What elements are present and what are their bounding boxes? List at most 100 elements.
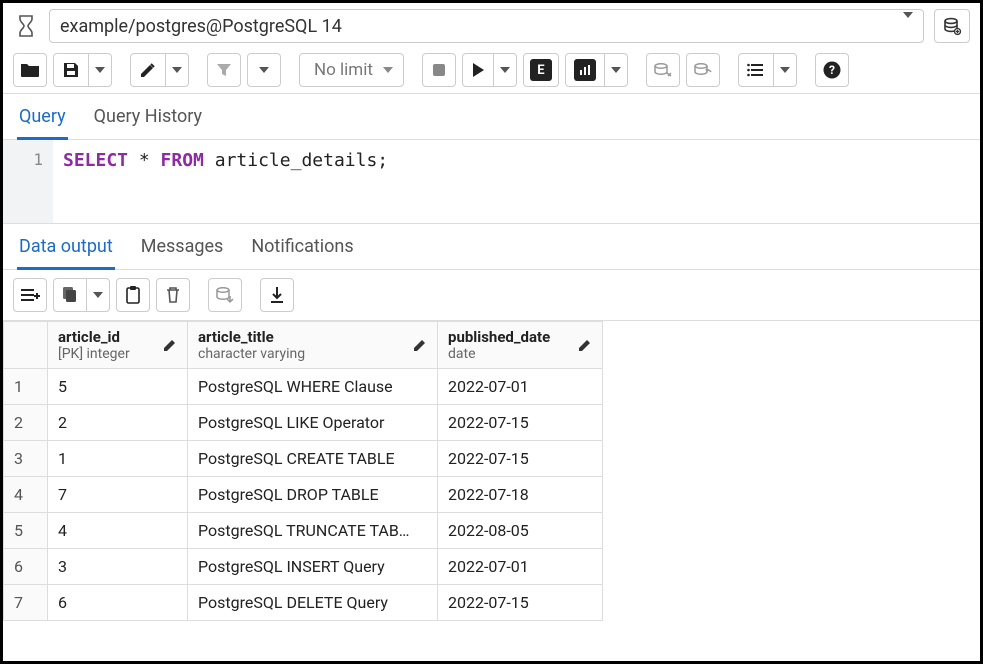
sql-editor[interactable]: 1 SELECT * FROM article_details; [3,140,980,224]
cell-article-id[interactable]: 6 [48,585,188,621]
cell-article-id[interactable]: 4 [48,513,188,549]
table-row[interactable]: 2 2 PostgreSQL LIKE Operator 2022-07-15 [4,405,603,441]
cell-published-date[interactable]: 2022-07-15 [438,405,603,441]
save-icon [54,54,88,86]
row-number: 7 [4,585,48,621]
cell-article-title[interactable]: PostgreSQL INSERT Query [188,549,438,585]
tab-messages[interactable]: Messages [139,230,226,269]
edit-menu-chevron[interactable] [165,54,188,86]
cell-article-title[interactable]: PostgreSQL CREATE TABLE [188,441,438,477]
table-row[interactable]: 7 6 PostgreSQL DELETE Query 2022-07-15 [4,585,603,621]
col-published-date-name: published_date [448,328,550,346]
macro-button[interactable] [738,53,797,87]
save-file-button[interactable] [53,53,112,87]
results-table: article_id [PK] integer article_title ch… [3,321,603,621]
table-row[interactable]: 6 3 PostgreSQL INSERT Query 2022-07-01 [4,549,603,585]
save-data-button[interactable] [208,278,242,312]
stop-button[interactable] [422,53,456,87]
cell-published-date[interactable]: 2022-08-05 [438,513,603,549]
cell-article-title[interactable]: PostgreSQL WHERE Clause [188,369,438,405]
cell-published-date[interactable]: 2022-07-01 [438,549,603,585]
editor-code[interactable]: SELECT * FROM article_details; [53,140,980,223]
table-row[interactable]: 1 5 PostgreSQL WHERE Clause 2022-07-01 [4,369,603,405]
cell-published-date[interactable]: 2022-07-18 [438,477,603,513]
row-limit-select[interactable]: No limit [299,53,404,87]
tab-notifications[interactable]: Notifications [249,230,355,269]
row-limit-label: No limit [314,60,373,80]
connection-label: example/postgres@PostgreSQL 14 [60,16,342,37]
table-row[interactable]: 3 1 PostgreSQL CREATE TABLE 2022-07-15 [4,441,603,477]
results-grid[interactable]: article_id [PK] integer article_title ch… [3,321,980,621]
download-button[interactable] [260,278,294,312]
col-article-id-type: [PK] integer [58,346,130,362]
cell-article-title[interactable]: PostgreSQL TRUNCATE TAB… [188,513,438,549]
row-number-header[interactable] [4,322,48,369]
explain-analyze-chevron[interactable] [604,54,627,86]
col-article-title-header[interactable]: article_title character varying [188,322,438,369]
result-toolbar [3,270,980,321]
chevron-down-icon [903,18,913,34]
tab-query[interactable]: Query [17,100,68,140]
code-star: * [128,150,161,171]
edit-column-icon[interactable] [578,338,592,352]
row-number: 5 [4,513,48,549]
col-published-date-header[interactable]: published_date date [438,322,603,369]
keyword-select: SELECT [63,150,128,171]
delete-row-button[interactable] [156,278,190,312]
col-article-id-name: article_id [58,328,130,346]
cell-article-title[interactable]: PostgreSQL LIKE Operator [188,405,438,441]
copy-chevron[interactable] [86,279,109,311]
cell-article-title[interactable]: PostgreSQL DELETE Query [188,585,438,621]
execute-button[interactable] [462,53,517,87]
cell-published-date[interactable]: 2022-07-01 [438,369,603,405]
result-tabs: Data output Messages Notifications [3,224,980,270]
tab-query-history[interactable]: Query History [92,100,204,139]
save-menu-chevron[interactable] [88,54,111,86]
cell-article-id[interactable]: 3 [48,549,188,585]
row-number: 6 [4,549,48,585]
open-file-button[interactable] [13,53,47,87]
explain-analyze-button[interactable] [565,53,628,87]
copy-button[interactable] [53,278,110,312]
paste-button[interactable] [116,278,150,312]
cell-published-date[interactable]: 2022-07-15 [438,441,603,477]
filter-button[interactable] [207,53,241,87]
explain-button[interactable]: E [523,53,559,87]
row-number: 3 [4,441,48,477]
cell-article-id[interactable]: 2 [48,405,188,441]
col-article-title-name: article_title [198,328,305,346]
tab-data-output[interactable]: Data output [17,230,115,270]
rollback-button[interactable] [686,53,720,87]
help-button[interactable]: ? [815,53,849,87]
main-toolbar: No limit E ? [3,47,980,94]
editor-tabs: Query Query History [3,94,980,140]
explain-icon: E [530,59,552,81]
execute-menu-chevron[interactable] [493,54,516,86]
cell-article-id[interactable]: 1 [48,441,188,477]
edit-button[interactable] [130,53,189,87]
col-article-id-header[interactable]: article_id [PK] integer [48,322,188,369]
results-body: 1 5 PostgreSQL WHERE Clause 2022-07-01 2… [4,369,603,621]
connection-row: example/postgres@PostgreSQL 14 [3,3,980,47]
table-row[interactable]: 4 7 PostgreSQL DROP TABLE 2022-07-18 [4,477,603,513]
table-row[interactable]: 5 4 PostgreSQL TRUNCATE TAB… 2022-08-05 [4,513,603,549]
macro-chevron[interactable] [773,54,796,86]
col-published-date-type: date [448,346,550,362]
new-connection-button[interactable] [934,9,970,43]
svg-text:?: ? [829,63,835,77]
cell-article-id[interactable]: 7 [48,477,188,513]
header-row: article_id [PK] integer article_title ch… [4,322,603,369]
add-row-button[interactable] [13,278,47,312]
edit-column-icon[interactable] [413,338,427,352]
play-icon [463,54,493,86]
edit-column-icon[interactable] [163,338,177,352]
pencil-icon [131,54,165,86]
commit-button[interactable] [646,53,680,87]
line-number: 1 [3,150,43,169]
connection-select[interactable]: example/postgres@PostgreSQL 14 [49,9,924,43]
filter-menu-button[interactable] [247,53,281,87]
row-number: 1 [4,369,48,405]
cell-published-date[interactable]: 2022-07-15 [438,585,603,621]
cell-article-title[interactable]: PostgreSQL DROP TABLE [188,477,438,513]
cell-article-id[interactable]: 5 [48,369,188,405]
